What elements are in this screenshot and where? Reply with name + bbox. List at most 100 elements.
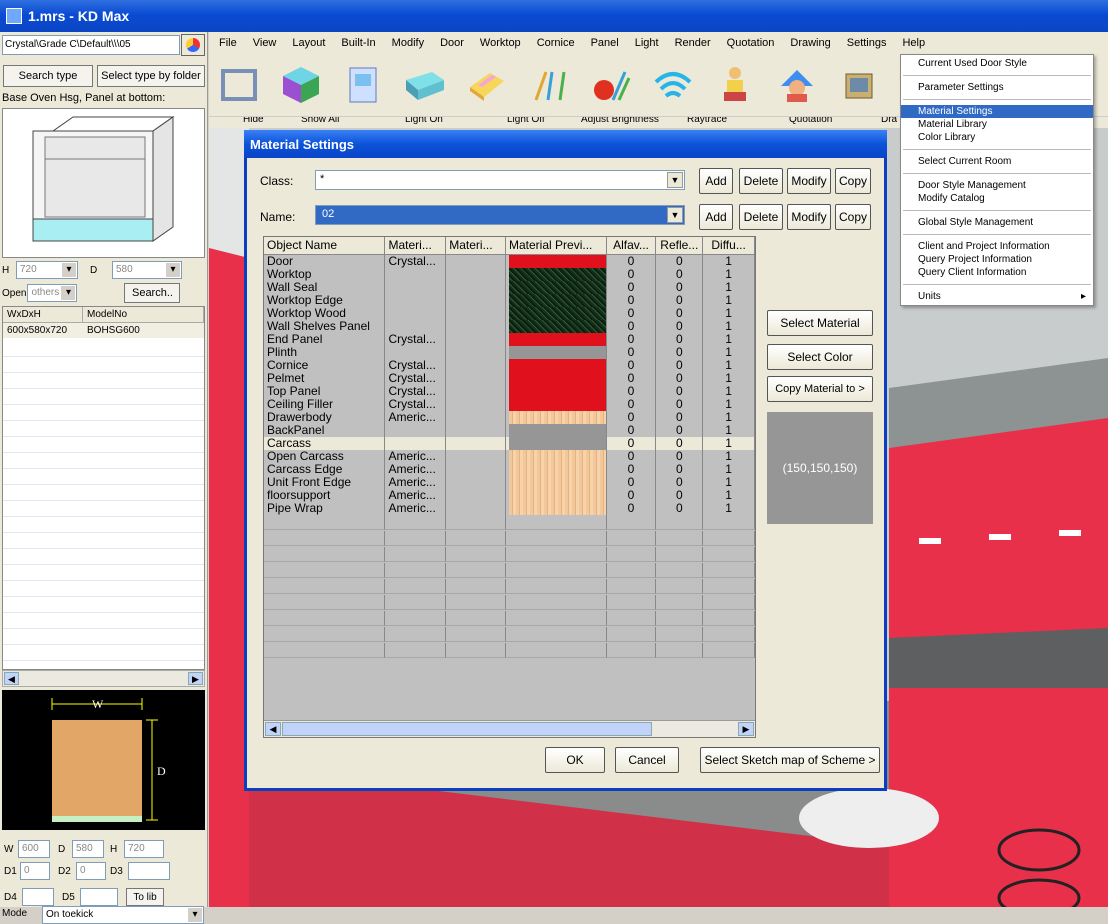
class-modify-button[interactable]: Modify [787,168,831,194]
col-reflect[interactable]: Refle... [656,237,704,255]
quotation-button[interactable]: Quotation [789,117,832,125]
table-row[interactable]: Carcass 0 0 1 [264,437,755,450]
settings-menu-item[interactable]: Query Client Information [901,266,1093,279]
drawing-button[interactable]: Dra [881,117,897,125]
adjust-brightness-button[interactable]: Adjust Brightness [581,117,659,125]
list-item[interactable]: 600x580x720 BOHSG600 [3,323,204,338]
hide-button[interactable]: Hide [243,117,264,125]
d3-input[interactable] [128,862,170,880]
menu-drawing[interactable]: Drawing [790,37,830,49]
menu-worktop[interactable]: Worktop [480,37,521,49]
search-type-button[interactable]: Search type [3,65,93,87]
table-row[interactable]: Wall Shelves Panel 0 0 1 [264,320,755,333]
d-input[interactable]: 580 [72,840,104,858]
settings-menu-item[interactable]: Global Style Management [901,216,1093,229]
d5-input[interactable] [80,888,118,906]
table-row[interactable]: Worktop Wood 0 0 1 [264,307,755,320]
col-diffuse[interactable]: Diffu... [703,237,755,255]
name-add-button[interactable]: Add [699,204,733,230]
settings-menu-item[interactable]: Client and Project Information [901,240,1093,253]
settings-menu-item[interactable]: Modify Catalog [901,192,1093,205]
list-scrollbar[interactable]: ◀ ▶ [2,670,205,687]
col-material-preview[interactable]: Material Previ... [506,237,607,255]
settings-menu-item[interactable]: Current Used Door Style [901,57,1093,70]
table-row[interactable]: Worktop 0 0 1 [264,268,755,281]
d1-input[interactable]: 0 [20,862,50,880]
room-frame-icon[interactable] [217,63,261,107]
light-off-button[interactable]: Light Off [507,117,545,125]
builtin-appliance-icon[interactable] [341,63,385,107]
table-row[interactable]: Plinth 0 0 1 [264,346,755,359]
worktop-panel-icon[interactable] [403,63,447,107]
client-info-icon[interactable] [775,63,819,107]
open-select[interactable]: others c [27,284,78,302]
w-input[interactable]: 600 [18,840,50,858]
cabinet-cube-icon[interactable] [279,63,323,107]
light-on-button[interactable]: Light On [405,117,443,125]
table-row[interactable]: Ceiling Filler Crystal... 0 0 1 [264,398,755,411]
settings-menu-item[interactable]: Select Current Room [901,155,1093,168]
table-row[interactable]: Pipe Wrap Americ... 0 0 1 [264,502,755,515]
table-row[interactable]: BackPanel 0 0 1 [264,424,755,437]
ok-button[interactable]: OK [545,747,605,773]
settings-menu-item[interactable]: Material Library [901,118,1093,131]
settings-menu-item[interactable]: Units ▸ [901,290,1093,303]
table-row[interactable]: Worktop Edge 0 0 1 [264,294,755,307]
select-by-folder-button[interactable]: Select type by folder [97,65,205,87]
scroll-thumb[interactable] [282,722,652,736]
menu-cornice[interactable]: Cornice [537,37,575,49]
select-color-button[interactable]: Select Color [767,344,873,370]
light-wave-icon[interactable] [651,63,695,107]
menu-help[interactable]: Help [902,37,925,49]
class-delete-button[interactable]: Delete [739,168,783,194]
col-material-2[interactable]: Materi... [446,237,506,255]
col-object-name[interactable]: Object Name [264,237,386,255]
menu-render[interactable]: Render [675,37,711,49]
menu-settings[interactable]: Settings [847,37,887,49]
render-figure-icon[interactable] [713,63,757,107]
color-palette-button[interactable] [181,34,205,56]
table-row[interactable]: Carcass Edge Americ... 0 0 1 [264,463,755,476]
table-row[interactable]: Unit Front Edge Americ... 0 0 1 [264,476,755,489]
door-style-icon[interactable] [465,63,509,107]
settings-menu-item[interactable]: Material Settings [901,105,1093,118]
cornice-tools-icon[interactable] [589,63,633,107]
menu-modify[interactable]: Modify [392,37,424,49]
cancel-button[interactable]: Cancel [615,747,679,773]
settings-menu-item[interactable]: Parameter Settings [901,81,1093,94]
copy-material-to-button[interactable]: Copy Material to > [767,376,873,402]
col-alfa[interactable]: Alfav... [606,237,657,255]
table-row[interactable]: Door Crystal... 0 0 1 [264,255,755,268]
h-select[interactable]: 720 [16,261,78,279]
select-material-button[interactable]: Select Material [767,310,873,336]
chevron-down-icon[interactable]: ▼ [667,207,683,223]
name-delete-button[interactable]: Delete [739,204,783,230]
d4-input[interactable] [22,888,54,906]
to-lib-button[interactable]: To lib [126,888,164,906]
table-row[interactable]: Wall Seal 0 0 1 [264,281,755,294]
name-modify-button[interactable]: Modify [787,204,831,230]
table-row[interactable]: Open Carcass Americ... 0 0 1 [264,450,755,463]
table-row[interactable]: Drawerbody Americ... 0 0 1 [264,411,755,424]
table-row[interactable]: Cornice Crystal... 0 0 1 [264,359,755,372]
show-all-button[interactable]: Show All [301,117,339,125]
menu-light[interactable]: Light [635,37,659,49]
scroll-right-icon[interactable]: ▶ [738,722,754,736]
class-copy-button[interactable]: Copy [835,168,871,194]
col-material-1[interactable]: Materi... [385,237,447,255]
name-copy-button[interactable]: Copy [835,204,871,230]
chevron-down-icon[interactable]: ▼ [667,172,683,188]
menu-view[interactable]: View [253,37,277,49]
menu-panel[interactable]: Panel [591,37,619,49]
scroll-left-icon[interactable]: ◀ [265,722,281,736]
d-select[interactable]: 580 [112,261,182,279]
dialog-titlebar[interactable]: Material Settings [244,130,887,158]
d2-input[interactable]: 0 [76,862,106,880]
menu-file[interactable]: File [219,37,237,49]
h-input[interactable]: 720 [124,840,164,858]
class-select[interactable]: * ▼ [315,170,685,190]
select-sketch-map-button[interactable]: Select Sketch map of Scheme > [700,747,880,773]
menu-door[interactable]: Door [440,37,464,49]
raytrace-button[interactable]: Raytrace [687,117,727,125]
scroll-left-icon[interactable]: ◀ [4,672,19,685]
